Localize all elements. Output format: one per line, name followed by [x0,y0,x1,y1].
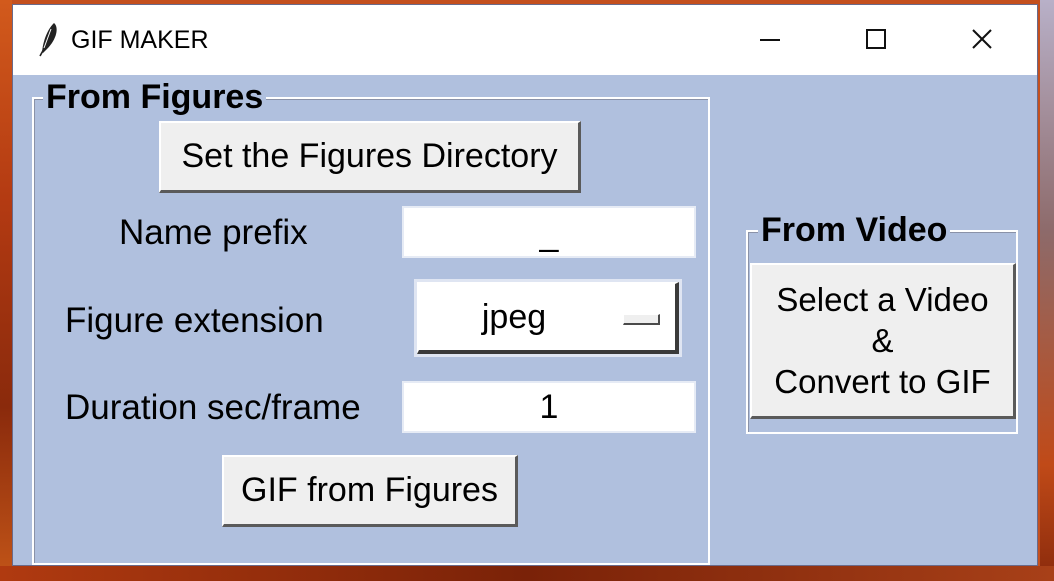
close-button[interactable] [937,5,1029,75]
figure-extension-value: jpeg [481,298,547,336]
gif-from-figures-button[interactable]: GIF from Figures [222,455,518,527]
duration-input[interactable]: 1 [402,381,696,433]
close-icon [972,29,992,49]
dropdown-indicator-icon [623,314,660,325]
desktop-background-right [1040,0,1054,581]
video-button-line-3: Convert to GIF [774,363,991,400]
minimize-icon [760,39,780,41]
minimize-button[interactable] [725,5,817,75]
select-video-convert-button[interactable]: Select a Video & Convert to GIF [750,263,1016,419]
feather-icon [39,23,57,57]
desktop-background-bottom [0,566,1054,581]
figure-extension-label: Figure extension [65,301,324,340]
maximize-button[interactable] [831,5,923,75]
video-button-line-2: & [871,322,894,359]
from-figures-title: From Figures [43,78,267,116]
figure-extension-select[interactable]: jpeg [414,279,682,357]
title-bar[interactable]: GIF MAKER [13,5,1037,75]
app-window: GIF MAKER From Figures Set the Figures D… [12,4,1038,566]
maximize-icon [866,29,886,49]
name-prefix-input[interactable]: _ [402,206,696,258]
name-prefix-label: Name prefix [119,213,308,252]
window-title: GIF MAKER [71,26,209,54]
desktop-background-left [0,0,12,581]
duration-label: Duration sec/frame [65,388,361,427]
set-figures-directory-button[interactable]: Set the Figures Directory [159,121,581,193]
from-video-title: From Video [758,211,951,249]
video-button-line-1: Select a Video [776,281,989,318]
